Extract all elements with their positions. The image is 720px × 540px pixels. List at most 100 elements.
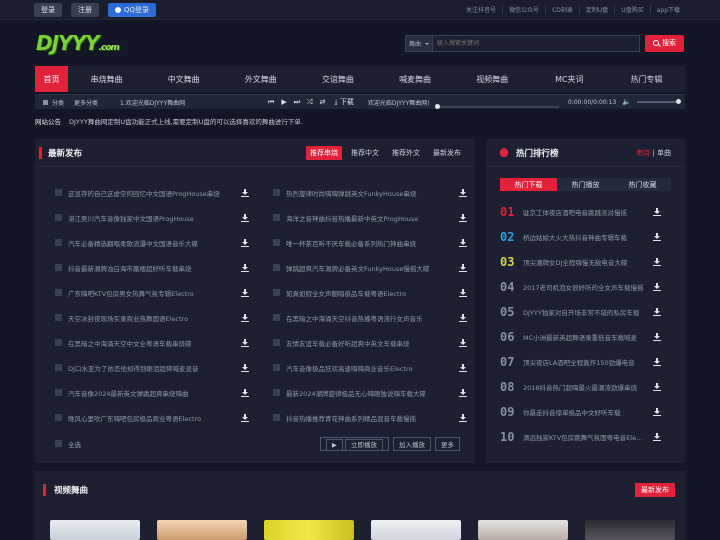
top-link-buy-usb[interactable]: U盘购买 — [614, 5, 649, 14]
song-title[interactable]: 最新2024潮牌旋律极品无心嗨眼独说嗨车载大碟 — [286, 388, 459, 398]
player-category[interactable]: 分类 — [52, 98, 64, 107]
song-item[interactable]: 抖音最新潮牌浊白海市蜃楼超好听车载串烧 — [55, 255, 265, 280]
song-item[interactable]: 这显存的自己这虚空的回忆中文国语ProgHouse串烧 — [55, 180, 265, 205]
video-thumbnail[interactable] — [157, 520, 247, 540]
song-title[interactable]: 抖音热播推荐青花神曲系列精品混音车载慢摇 — [286, 413, 459, 423]
download-icon[interactable] — [241, 413, 249, 422]
rank-title[interactable]: 2017老司机泡女很好听的全女声车载慢摇 — [523, 282, 645, 292]
video-thumbnail[interactable] — [478, 520, 568, 540]
download-icon[interactable] — [459, 388, 467, 397]
tab-recommend-medley[interactable]: 推荐串烧 — [306, 145, 342, 160]
song-checkbox[interactable] — [55, 314, 62, 321]
song-checkbox[interactable] — [273, 339, 280, 346]
search-button[interactable]: 搜索 — [645, 34, 684, 52]
download-icon[interactable] — [459, 338, 467, 347]
ranking-item[interactable]: 07 顶尖夜店LA酒吧全程轰炸150劲爆电音 — [500, 349, 671, 374]
add-to-playlist-button[interactable]: 加入播放 — [393, 436, 431, 451]
song-title[interactable]: 弹跳超爽汽车潮牌必备英文FunkyHouse慢摇大碟 — [286, 263, 459, 273]
song-title[interactable]: 热烈旋律时尚嗨嗨弹跳英文FunkyHouse串烧 — [286, 188, 459, 198]
notice-text[interactable]: DJYYY舞曲网定制U盘功能正式上线,需要定制U盘的可以选择喜欢的舞曲进行下单. — [69, 116, 303, 126]
download-icon[interactable] — [459, 263, 467, 272]
download-icon[interactable] — [241, 188, 249, 197]
tab-hot-play[interactable]: 热门播放 — [557, 178, 614, 191]
tab-latest[interactable]: 最新发布 — [429, 146, 465, 160]
video-thumbnail[interactable] — [585, 520, 675, 540]
top-link-app[interactable]: app下载 — [649, 5, 686, 14]
song-title[interactable]: 友情友谊车载必备好听超爽中英文车载串烧 — [286, 338, 459, 348]
rank-title[interactable]: 驻京工体夜店酒吧电音跳跳浓对慢摇 — [523, 207, 645, 217]
play-now-button[interactable]: ▶ 立即播放 — [319, 436, 389, 451]
nav-home[interactable]: 首页 — [35, 66, 68, 92]
rank-title[interactable]: 顶尖夜店LA酒吧全程轰炸150劲爆电音 — [523, 357, 645, 367]
song-title[interactable]: 广东嗨吧KTV包房男女热舞气氛专辑Electro — [68, 288, 241, 298]
volume-icon[interactable]: 🔈 — [622, 98, 631, 106]
song-title[interactable]: 汽车音像2024最新英文弹跳超爽串烧嗨曲 — [68, 388, 241, 398]
download-icon[interactable] — [459, 188, 467, 197]
song-item[interactable]: 广东嗨吧KTV包房男女热舞气氛专辑Electro — [55, 280, 265, 305]
ranking-item[interactable]: 10 清远独家KTV包房跳舞气氛国粤电音Electro — [500, 424, 671, 449]
song-checkbox[interactable] — [273, 239, 280, 246]
repeat-icon[interactable]: ⇄ — [320, 98, 326, 106]
download-icon[interactable] — [459, 213, 467, 222]
top-link-wechat[interactable]: 微信公众号 — [502, 5, 545, 14]
site-logo[interactable]: DJYYY.com — [36, 31, 120, 55]
song-item[interactable]: 海洋之音神曲抖音热播最新中英文ProgHouse — [273, 205, 483, 230]
top-link-cd[interactable]: CD刻录 — [545, 5, 579, 14]
more-button[interactable]: 更多 — [435, 436, 460, 451]
song-title[interactable]: 在黑暗之中海涌天空中文全粤语车载串烧碟 — [68, 338, 241, 348]
song-checkbox[interactable] — [55, 214, 62, 221]
register-button[interactable]: 注册 — [71, 2, 99, 17]
song-item[interactable]: 如真如假全女声翻唱极品车载粤语Electro — [273, 280, 483, 305]
download-icon[interactable] — [241, 213, 249, 222]
song-title[interactable]: 湛江吴川汽车音像独家中文国语ProgHouse — [68, 213, 241, 223]
login-button[interactable]: 登录 — [34, 2, 62, 17]
song-item[interactable]: DJ口水亚为了依恋他却得到眼泪超爽喊麦混音 — [55, 355, 265, 380]
download-icon[interactable] — [653, 382, 661, 391]
ranking-item[interactable]: 03 顶尖潮牌女DJ全程嗨慢无敌电音大碟 — [500, 249, 671, 274]
song-title[interactable]: 海洋之音神曲抖音热播最新中英文ProgHouse — [286, 213, 459, 223]
download-icon[interactable] — [653, 257, 661, 266]
video-thumbnail[interactable] — [264, 520, 354, 540]
ranking-item[interactable]: 02 桥边姑娘大火大热抖音神曲专辑车载 — [500, 224, 671, 249]
previous-icon[interactable]: ⏮ — [268, 98, 274, 107]
tab-recommend-chinese[interactable]: 推荐中文 — [347, 146, 383, 160]
player-more-category[interactable]: 更多分类 — [74, 98, 98, 107]
download-icon[interactable] — [653, 282, 661, 291]
switch-medley[interactable]: 串烧 — [636, 149, 650, 157]
download-icon[interactable] — [241, 338, 249, 347]
song-item[interactable]: 最新2024潮牌旋律极品无心嗨眼独说嗨车载大碟 — [273, 380, 483, 405]
song-item[interactable]: 汽车必备精选翻唱柔歌流瀑中文国语音乐大碟 — [55, 230, 265, 255]
tab-hot-download[interactable]: 热门下载 — [500, 178, 557, 191]
song-title[interactable]: 在黑暗之中海涌天空抖音热播粤语流行女声音乐 — [286, 313, 459, 323]
download-icon[interactable] — [241, 363, 249, 372]
player-current-track[interactable]: 1.欢迎光临DJYYY舞曲网 — [120, 98, 268, 107]
song-checkbox[interactable] — [55, 389, 62, 396]
download-icon[interactable] — [653, 307, 661, 316]
download-icon[interactable] — [241, 263, 249, 272]
download-icon[interactable] — [459, 413, 467, 422]
song-item[interactable]: 抖音热播推荐青花神曲系列精品混音车载慢摇 — [273, 405, 483, 430]
song-item[interactable]: 汽车音像2024最新英文弹跳超爽串烧嗨曲 — [55, 380, 265, 405]
song-checkbox[interactable] — [273, 289, 280, 296]
volume-slider[interactable] — [637, 99, 681, 104]
top-link-custom-usb[interactable]: 定制U盘 — [578, 5, 614, 14]
nav-chinese[interactable]: 中文舞曲 — [145, 66, 222, 92]
ranking-item[interactable]: 05 DJYYY独家对自开场非常不错的私房车载 — [500, 299, 671, 324]
rank-title[interactable]: MC小洲最新英超舞语录重低音车载喊麦 — [523, 332, 645, 342]
song-checkbox[interactable] — [273, 364, 280, 371]
ranking-item[interactable]: 09 你最走抖音惊单极品中文好听车载 — [500, 399, 671, 424]
song-title[interactable]: 抖音最新潮牌浊白海市蜃楼超好听车载串烧 — [68, 263, 241, 273]
nav-mc[interactable]: MC夹词 — [531, 66, 608, 92]
song-checkbox[interactable] — [273, 389, 280, 396]
rank-title[interactable]: 你最走抖音惊单极品中文好听车载 — [523, 407, 645, 417]
song-checkbox[interactable] — [55, 414, 62, 421]
rank-title[interactable]: 2018抖音热门超嗨最火最潮流劲爆串烧 — [523, 382, 645, 392]
rank-title[interactable]: 清远独家KTV包房跳舞气氛国粤电音Electro — [523, 432, 645, 442]
rank-title[interactable]: 桥边姑娘大火大热抖音神曲专辑车载 — [523, 232, 645, 242]
song-item[interactable]: 汽车音像极品狂欢高速嗨嗨商业音乐Electro — [273, 355, 483, 380]
top-link-douyin[interactable]: 关注抖音号 — [460, 5, 502, 14]
song-checkbox[interactable] — [55, 189, 62, 196]
nav-video[interactable]: 视频舞曲 — [454, 66, 531, 92]
next-icon[interactable]: ⏭ — [294, 98, 300, 107]
ranking-item[interactable]: 08 2018抖音热门超嗨最火最潮流劲爆串烧 — [500, 374, 671, 399]
